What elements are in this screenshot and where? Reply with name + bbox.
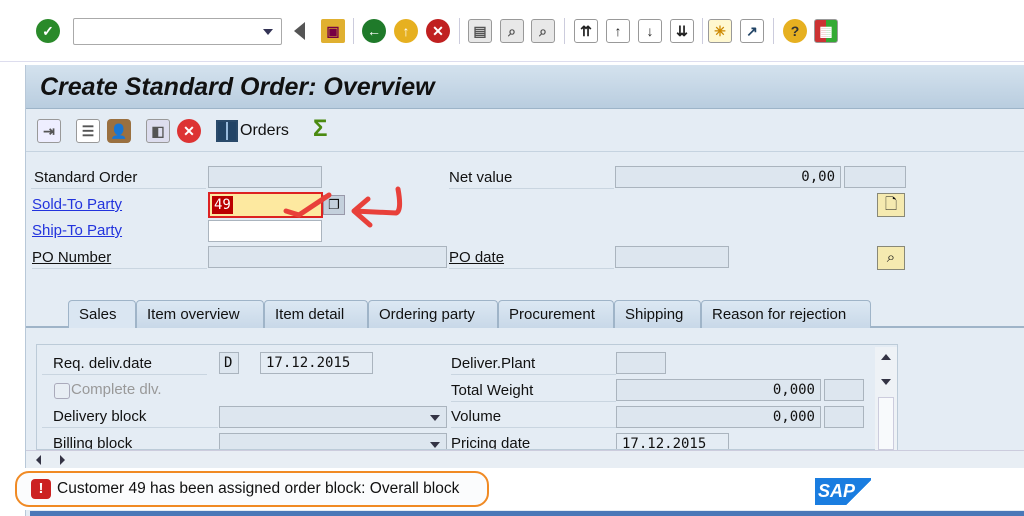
back-icon[interactable]: ← xyxy=(362,19,386,43)
error-icon: ! xyxy=(31,479,51,499)
back-triangle-icon[interactable] xyxy=(294,22,305,40)
help-icon[interactable]: ? xyxy=(783,19,807,43)
deliver-plant-label: Deliver.Plant xyxy=(451,353,616,375)
delivery-block-label: Delivery block xyxy=(42,406,218,428)
standard-order-field xyxy=(208,166,322,188)
separator xyxy=(353,18,354,44)
po-number-field[interactable] xyxy=(208,246,447,268)
deliver-plant-field[interactable] xyxy=(616,352,666,374)
bottom-border xyxy=(30,511,1024,516)
separator xyxy=(702,18,703,44)
command-input[interactable] xyxy=(78,19,258,43)
layout-icon[interactable]: ▦ xyxy=(814,19,838,43)
volume-field: 0,000 xyxy=(616,406,821,428)
po-date-label[interactable]: PO date xyxy=(449,247,614,269)
command-field[interactable] xyxy=(73,18,282,45)
shortcut-icon[interactable]: ↗ xyxy=(740,19,764,43)
date-format-field[interactable]: D xyxy=(219,352,239,374)
scroll-thumb[interactable] xyxy=(878,397,894,450)
header-details-icon[interactable]: ☰ xyxy=(76,119,100,143)
tab-reason-for-rejection[interactable]: Reason for rejection xyxy=(701,300,871,328)
new-session-icon[interactable]: ✳ xyxy=(708,19,732,43)
cancel-icon[interactable]: ✕ xyxy=(426,19,450,43)
tab-item-detail[interactable]: Item detail xyxy=(264,300,368,328)
total-weight-field: 0,000 xyxy=(616,379,821,401)
application-toolbar: ⇥ ☰ 👤 ◧ ✕ Orders Σ xyxy=(26,110,1024,152)
table-icon xyxy=(216,120,238,142)
print-icon[interactable]: ▤ xyxy=(468,19,492,43)
total-weight-label: Total Weight xyxy=(451,380,616,402)
volume-label: Volume xyxy=(451,406,616,428)
separator xyxy=(459,18,460,44)
orders-button[interactable]: Orders xyxy=(216,119,289,143)
previous-page-icon[interactable]: ↑ xyxy=(606,19,630,43)
next-page-icon[interactable]: ↓ xyxy=(638,19,662,43)
sold-to-party-link[interactable]: Sold-To Party xyxy=(32,194,122,216)
req-deliv-date-label: Req. deliv.date xyxy=(42,353,207,375)
tab-ordering-party[interactable]: Ordering party xyxy=(368,300,498,328)
scroll-right-icon[interactable] xyxy=(60,455,65,465)
horizontal-scrollbar[interactable] xyxy=(26,450,1024,468)
system-toolbar: ✓ ▣ ← ↑ ✕ ▤ ⌕ ⌕ ⇈ ↑ ↓ ⇊ ✳ ↗ ? ▦ xyxy=(0,0,1024,62)
po-number-label[interactable]: PO Number xyxy=(32,247,207,269)
document-icon[interactable]: 🗋 xyxy=(877,193,905,217)
complete-dlv-label: Complete dlv. xyxy=(71,381,162,398)
scroll-down-icon[interactable] xyxy=(881,379,891,385)
annotation-checkmark xyxy=(283,192,332,218)
orders-label: Orders xyxy=(240,122,289,139)
sales-tab-panel: Req. deliv.date D 17.12.2015 Complete dl… xyxy=(36,344,898,450)
delivery-block-dropdown[interactable] xyxy=(219,406,447,428)
tab-procurement[interactable]: Procurement xyxy=(498,300,614,328)
last-page-icon[interactable]: ⇊ xyxy=(670,19,694,43)
chevron-down-icon[interactable] xyxy=(263,29,273,35)
complete-dlv-checkbox[interactable] xyxy=(54,383,70,399)
sap-logo: SAP xyxy=(815,478,871,505)
tab-item-overview[interactable]: Item overview xyxy=(136,300,264,328)
status-message[interactable]: ! Customer 49 has been assigned order bl… xyxy=(15,471,489,507)
delete-icon[interactable]: ✕ xyxy=(177,119,201,143)
page-title: Create Standard Order: Overview xyxy=(40,73,435,101)
tab-shipping[interactable]: Shipping xyxy=(614,300,701,328)
pricing-date-input[interactable]: 17.12.2015 xyxy=(616,433,729,449)
status-text: Customer 49 has been assigned order bloc… xyxy=(57,480,460,497)
weight-unit-field xyxy=(824,379,864,401)
scroll-up-icon[interactable] xyxy=(881,354,891,360)
po-date-field[interactable] xyxy=(615,246,729,268)
billing-block-dropdown[interactable] xyxy=(219,433,447,449)
net-value-field: 0,00 xyxy=(615,166,841,188)
partner-icon[interactable]: 👤 xyxy=(107,119,131,143)
tab-sales[interactable]: Sales xyxy=(68,300,136,328)
ship-to-party-link[interactable]: Ship-To Party xyxy=(32,220,122,242)
currency-field xyxy=(844,166,906,188)
volume-unit-field xyxy=(824,406,864,428)
main-window: Create Standard Order: Overview ⇥ ☰ 👤 ◧ … xyxy=(25,65,1024,516)
vertical-scrollbar[interactable] xyxy=(875,347,897,450)
billing-block-label: Billing block xyxy=(42,433,218,449)
net-value-label: Net value xyxy=(449,167,614,189)
sold-to-party-value: 49 xyxy=(212,196,233,214)
first-page-icon[interactable]: ⇈ xyxy=(574,19,598,43)
sum-icon[interactable]: Σ xyxy=(313,115,327,143)
ship-to-party-input[interactable] xyxy=(208,220,322,242)
separator xyxy=(564,18,565,44)
scroll-left-icon[interactable] xyxy=(36,455,41,465)
display-doc-flow-icon[interactable]: ⇥ xyxy=(37,119,61,143)
req-deliv-date-input[interactable]: 17.12.2015 xyxy=(260,352,373,374)
separator xyxy=(773,18,774,44)
find-next-icon[interactable]: ⌕ xyxy=(531,19,555,43)
standard-order-label: Standard Order xyxy=(31,167,206,189)
annotation-arrow xyxy=(351,186,403,228)
exit-icon[interactable]: ↑ xyxy=(394,19,418,43)
find-icon[interactable]: ⌕ xyxy=(500,19,524,43)
document-icon[interactable]: ◧ xyxy=(146,119,170,143)
search-partner-icon[interactable]: ⌕ xyxy=(877,246,905,270)
save-icon[interactable]: ▣ xyxy=(321,19,345,43)
title-bar: Create Standard Order: Overview xyxy=(26,65,1024,109)
enter-icon[interactable]: ✓ xyxy=(36,19,60,43)
pricing-date-label: Pricing date xyxy=(451,433,616,449)
